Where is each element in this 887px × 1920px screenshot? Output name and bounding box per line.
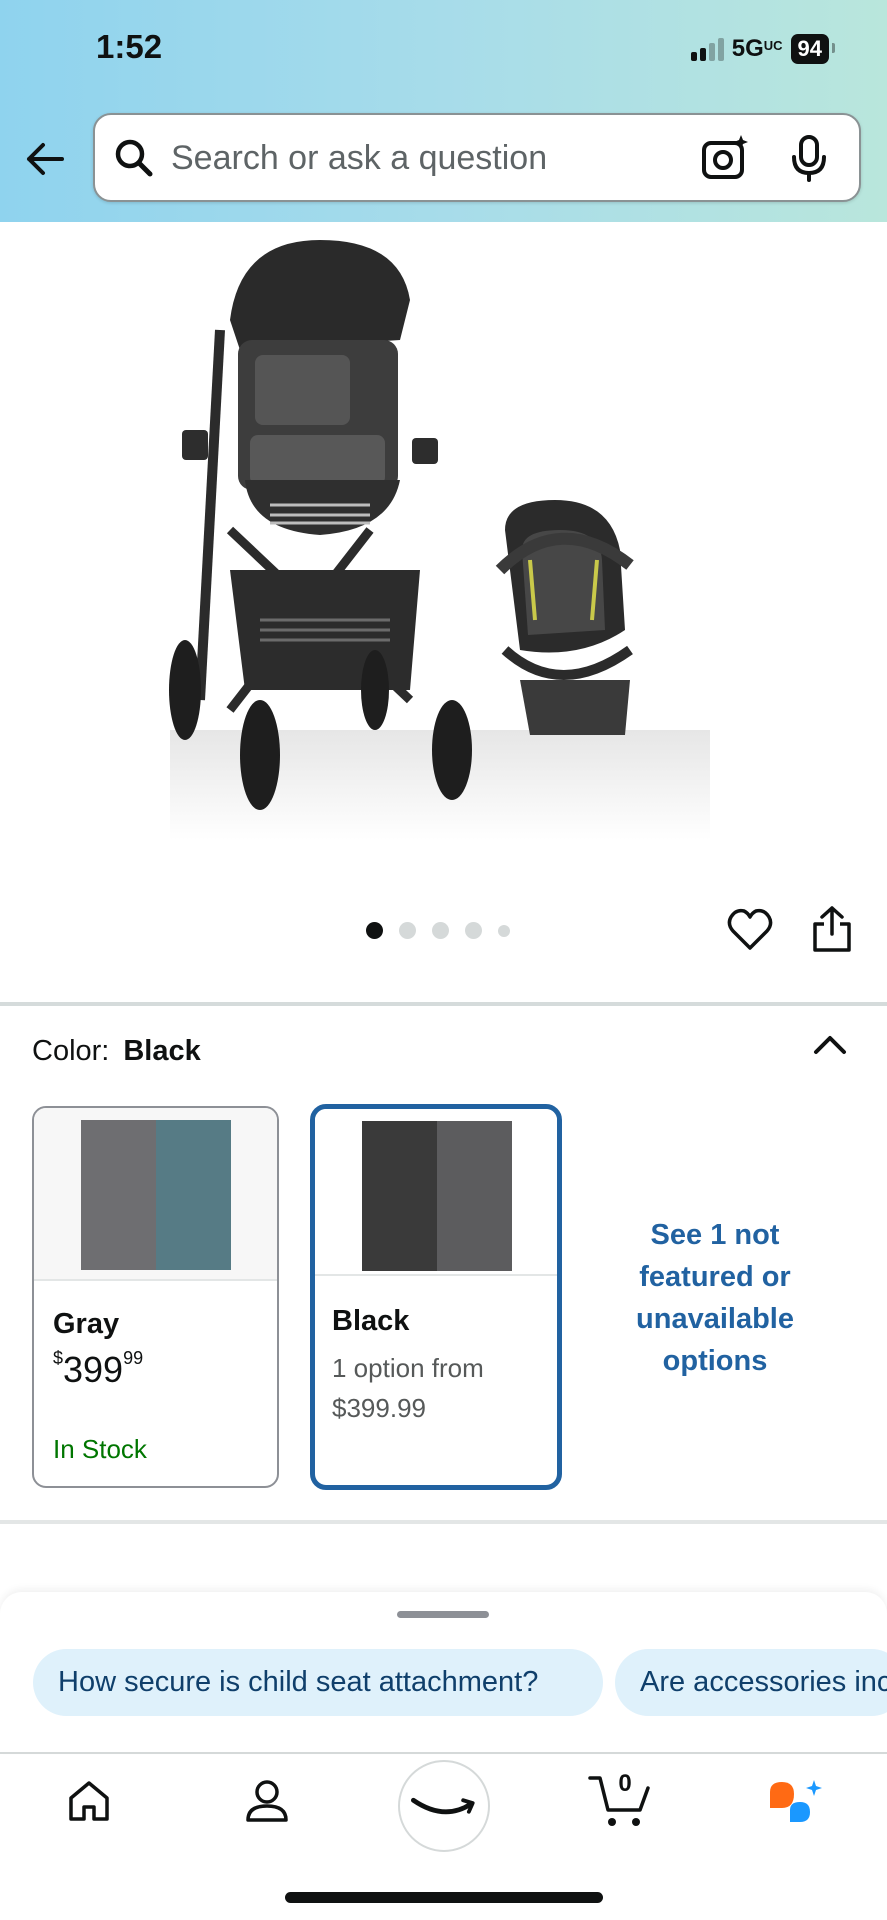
cart-count: 0 xyxy=(618,1770,632,1797)
network-label: 5GUC xyxy=(731,35,783,62)
status-indicators: 5GUC 94 xyxy=(690,34,836,64)
status-time: 1:52 xyxy=(96,28,163,65)
option-price: $39999 xyxy=(53,1348,144,1390)
microphone-icon[interactable] xyxy=(788,133,830,183)
option-name: Gray xyxy=(53,1308,120,1340)
carousel-dot[interactable] xyxy=(465,922,482,939)
carousel-dot[interactable] xyxy=(399,922,416,939)
color-label: Color: Black xyxy=(32,1035,201,1067)
back-arrow-icon[interactable] xyxy=(22,136,68,182)
option-name: Black xyxy=(332,1305,410,1337)
amazon-smile-icon xyxy=(411,1797,475,1815)
carousel-dot[interactable] xyxy=(432,922,449,939)
carousel-dot-active[interactable] xyxy=(366,922,383,939)
selected-color: Black xyxy=(123,1035,201,1067)
swatch-area xyxy=(315,1109,557,1276)
home-indicator xyxy=(285,1892,603,1903)
share-icon[interactable] xyxy=(810,904,854,954)
app-header: 1:52 5GUC 94 Search or ask a question xyxy=(0,0,887,222)
search-placeholder: Search or ask a question xyxy=(171,139,548,177)
signal-icon xyxy=(690,37,724,61)
heart-icon[interactable] xyxy=(726,906,774,952)
suggestion-chip[interactable]: How secure is child seat attachment? xyxy=(33,1649,603,1716)
battery-badge: 94 xyxy=(790,34,836,64)
swatch-area xyxy=(34,1108,277,1281)
option-price: $399.99 xyxy=(332,1393,426,1423)
search-input[interactable]: Search or ask a question xyxy=(93,113,861,202)
amazon-smile-button[interactable] xyxy=(398,1760,490,1852)
suggestions-sheet: How secure is child seat attachment? Are… xyxy=(0,1592,887,1752)
see-unavailable-options-link[interactable]: See 1 not featured or unavailable option… xyxy=(600,1214,830,1382)
product-image[interactable] xyxy=(160,230,720,850)
search-icon xyxy=(115,139,153,177)
carousel-dot[interactable] xyxy=(498,924,510,937)
carousel-indicator[interactable] xyxy=(366,922,510,939)
profile-icon[interactable] xyxy=(242,1776,292,1826)
sheet-grabber[interactable] xyxy=(397,1611,489,1618)
color-swatch xyxy=(362,1121,512,1271)
color-option-gray[interactable]: Gray $39999 In Stock xyxy=(32,1106,279,1488)
rufus-icon[interactable] xyxy=(766,1778,824,1830)
stock-status: In Stock xyxy=(53,1434,147,1464)
option-count: 1 option from xyxy=(332,1353,484,1383)
section-divider xyxy=(0,1002,887,1006)
nav-divider xyxy=(0,1752,887,1754)
color-swatch xyxy=(81,1120,231,1270)
camera-lens-icon[interactable] xyxy=(700,133,750,183)
chevron-up-icon[interactable] xyxy=(812,1030,848,1058)
suggestion-chip[interactable]: Are accessories included? xyxy=(615,1649,887,1716)
section-divider xyxy=(0,1520,887,1524)
home-icon[interactable] xyxy=(64,1776,114,1826)
color-option-black[interactable]: Black 1 option from $399.99 xyxy=(310,1104,562,1490)
